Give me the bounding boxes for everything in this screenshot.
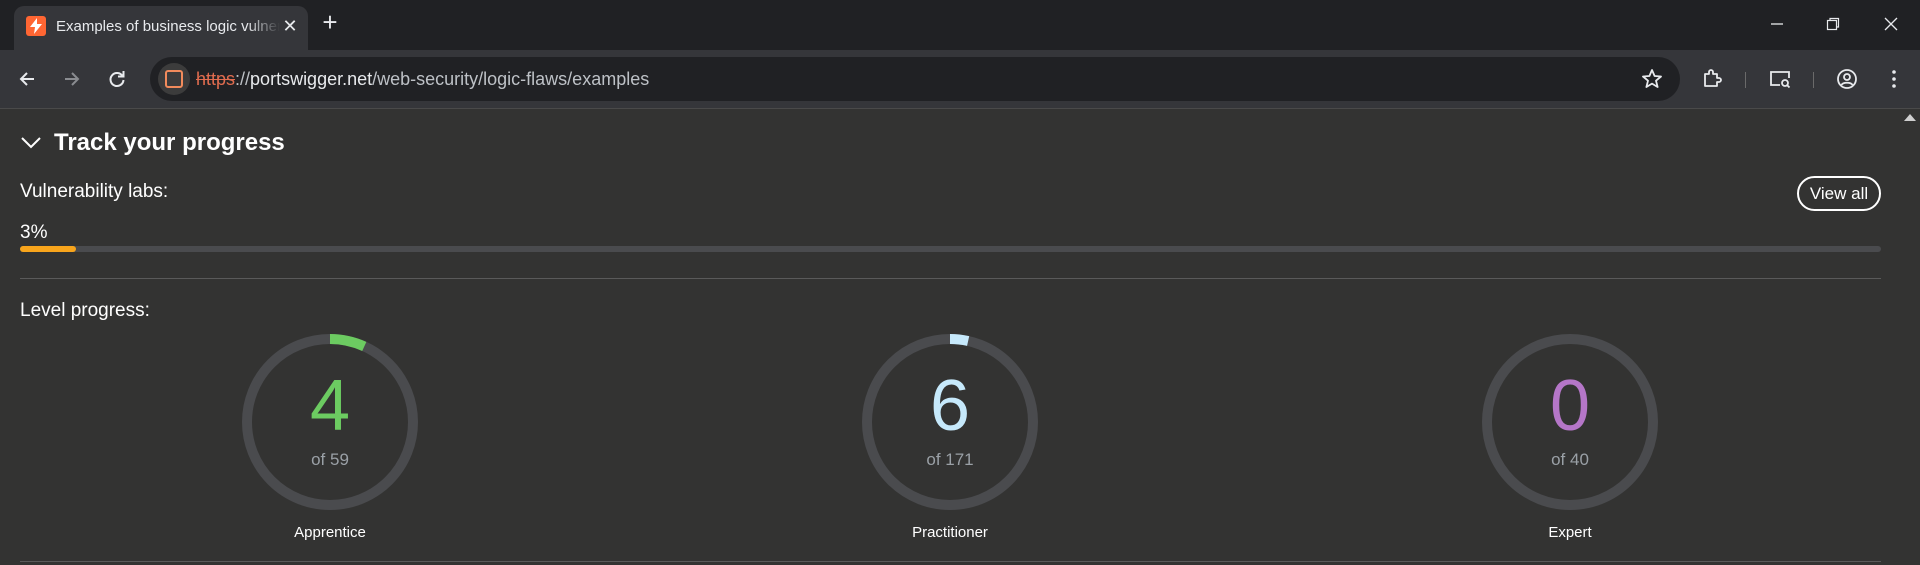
level-progress-label: Level progress: bbox=[20, 300, 150, 321]
minimize-icon[interactable] bbox=[1762, 10, 1792, 40]
reload-icon[interactable] bbox=[100, 62, 134, 96]
url-text[interactable]: https://portswigger.net/web-security/log… bbox=[196, 69, 649, 90]
restore-icon[interactable] bbox=[1818, 10, 1848, 40]
divider bbox=[20, 278, 1881, 279]
browser-tab[interactable]: Examples of business logic vulnerabiliti… bbox=[14, 6, 308, 50]
toolbar-separator bbox=[1745, 72, 1746, 88]
practitioner-label: Practitioner bbox=[912, 524, 988, 541]
tab-close-icon[interactable]: ✕ bbox=[280, 16, 300, 36]
progress-bar bbox=[20, 246, 1881, 252]
apprentice-count: 4 bbox=[309, 366, 351, 446]
tab-strip: Examples of business logic vulnerabiliti… bbox=[0, 0, 1920, 50]
view-all-button[interactable]: View all bbox=[1797, 176, 1881, 211]
profile-avatar-icon[interactable] bbox=[1832, 64, 1862, 94]
divider bbox=[20, 561, 1881, 562]
apprentice-gauge: 4 of 59 bbox=[240, 332, 420, 512]
back-arrow-icon[interactable] bbox=[10, 62, 44, 96]
tab-title: Examples of business logic vulnerabiliti… bbox=[56, 18, 280, 35]
expert-count: 0 bbox=[1549, 366, 1591, 446]
expert-label: Expert bbox=[1548, 524, 1592, 541]
new-tab-plus-icon[interactable]: + bbox=[318, 9, 342, 35]
section-title: Track your progress bbox=[54, 129, 285, 156]
apprentice-label: Apprentice bbox=[294, 524, 366, 541]
progress-percent: 3% bbox=[20, 222, 48, 243]
toolbar-separator bbox=[1813, 72, 1814, 88]
address-bar[interactable]: https://portswigger.net/web-security/log… bbox=[150, 57, 1680, 101]
scrollbar-up-arrow-icon[interactable] bbox=[1904, 114, 1916, 121]
expert-gauge: 0 of 40 bbox=[1480, 332, 1660, 512]
close-window-icon[interactable] bbox=[1876, 10, 1906, 40]
practitioner-count: 6 bbox=[929, 366, 971, 446]
extensions-puzzle-icon[interactable] bbox=[1697, 64, 1727, 94]
practitioner-total: of 171 bbox=[926, 450, 974, 469]
vulnerability-labs-label: Vulnerability labs: bbox=[20, 181, 169, 202]
expert-total: of 40 bbox=[1551, 450, 1589, 469]
tab-search-icon[interactable] bbox=[1765, 64, 1795, 94]
browser-toolbar: https://portswigger.net/web-security/log… bbox=[0, 50, 1920, 109]
forward-arrow-icon[interactable] bbox=[55, 62, 89, 96]
practitioner-gauge: 6 of 171 bbox=[860, 332, 1040, 512]
site-info-icon[interactable] bbox=[158, 63, 190, 95]
menu-kebab-icon[interactable] bbox=[1879, 64, 1909, 94]
portswigger-favicon-icon bbox=[26, 16, 46, 36]
collapse-chevron-icon[interactable] bbox=[20, 136, 42, 150]
progress-bar-fill bbox=[20, 246, 76, 252]
bookmark-star-icon[interactable] bbox=[1640, 67, 1664, 91]
apprentice-total: of 59 bbox=[311, 450, 349, 469]
